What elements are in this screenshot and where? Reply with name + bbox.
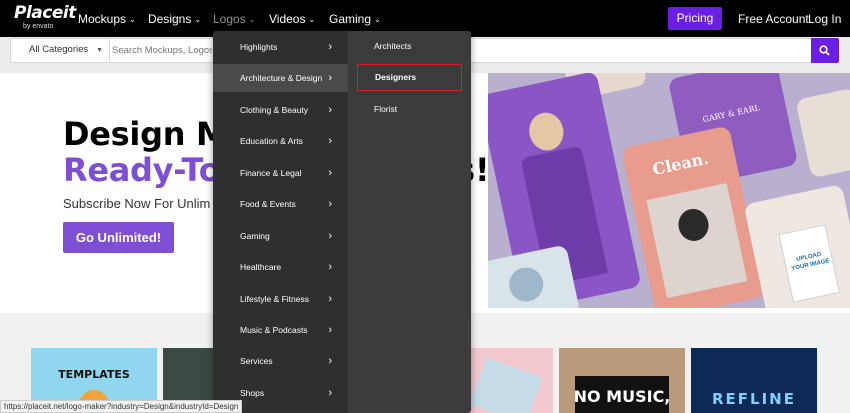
nav-item-logos[interactable]: Logos ⌄	[213, 12, 255, 26]
free-account-link[interactable]: Free Account	[738, 12, 809, 26]
menu-item-label: Music & Podcasts	[240, 325, 308, 335]
card-circle	[506, 264, 547, 305]
menu-item-lifestyle-fitness[interactable]: Lifestyle & Fitness ›	[213, 285, 348, 313]
menu-item-highlights[interactable]: Highlights ›	[213, 33, 348, 61]
search-button[interactable]	[811, 38, 839, 63]
nav-item-label: Videos	[269, 12, 306, 26]
menu-item-label: Services	[240, 356, 273, 366]
menu-item-label: Food & Events	[240, 199, 296, 209]
template-tile[interactable]: NO MUSIC,	[559, 348, 685, 413]
browser-status-url: https://placeit.net/logo-maker?industry=…	[0, 400, 243, 413]
menu-item-label: Education & Arts	[240, 136, 303, 146]
menu-item-label: Highlights	[240, 42, 278, 52]
nav-item-mockups[interactable]: Mockups ⌄	[78, 12, 136, 26]
chevron-right-icon: ›	[328, 387, 332, 399]
menu-item-label: Lifestyle & Fitness	[240, 294, 309, 304]
tshirt-upload-text: UPLOAD YOUR IMAGE	[791, 251, 831, 273]
menu-item-healthcare[interactable]: Healthcare ›	[213, 253, 348, 281]
nav-item-label: Mockups	[78, 12, 127, 26]
menu-item-label: Healthcare	[240, 262, 282, 272]
tile-text: TEMPLATES	[58, 368, 130, 381]
search-input[interactable]	[112, 40, 212, 60]
template-tile[interactable]: REFLINE	[691, 348, 817, 413]
hero-title-line2: Ready-To	[63, 151, 221, 189]
menu-item-music-podcasts[interactable]: Music & Podcasts ›	[213, 316, 348, 344]
menu-item-label: Finance & Legal	[240, 168, 302, 178]
search-icon	[819, 45, 830, 56]
portrait-hair	[675, 206, 712, 244]
chevron-right-icon: ›	[328, 355, 332, 367]
hero-mockup-collage: GARY & EARL Clean. UPLOAD YOUR IMAGE	[488, 73, 850, 308]
login-link[interactable]: Log In	[808, 12, 841, 26]
chevron-right-icon: ›	[328, 72, 332, 84]
tile-text: REFLINE	[712, 390, 796, 408]
submenu-item-designers[interactable]: Designers	[357, 64, 462, 91]
menu-item-gaming[interactable]: Gaming ›	[213, 222, 348, 250]
collage-card-edge	[795, 87, 850, 179]
logo-byline: by envato	[23, 23, 54, 30]
category-select-value: All Categories	[29, 44, 89, 55]
nav-item-label: Logos	[213, 12, 246, 26]
menu-item-label: Architecture & Design	[240, 73, 323, 83]
chevron-down-icon: ⌄	[129, 15, 136, 24]
card-clean-text: Clean.	[650, 148, 711, 179]
logo-wordmark: Placeit	[14, 3, 76, 23]
card-photo	[646, 183, 748, 299]
chevron-right-icon: ›	[328, 41, 332, 53]
nav-item-label: Gaming	[329, 12, 372, 26]
collage-card-small	[488, 244, 581, 308]
placeit-logo[interactable]: Placeit by envato	[14, 5, 76, 31]
menu-item-finance-legal[interactable]: Finance & Legal ›	[213, 159, 348, 187]
nav-item-label: Designs	[148, 12, 192, 26]
menu-item-label: Gaming	[240, 231, 270, 241]
go-unlimited-button[interactable]: Go Unlimited!	[63, 222, 174, 253]
chevron-right-icon: ›	[328, 135, 332, 147]
chevron-right-icon: ›	[328, 293, 332, 305]
submenu-item-architects[interactable]: Architects	[357, 33, 462, 60]
menu-item-clothing-beauty[interactable]: Clothing & Beauty ›	[213, 96, 348, 124]
menu-item-services[interactable]: Services ›	[213, 347, 348, 375]
tile-tshirt	[470, 357, 543, 413]
chevron-down-icon: ⌄	[308, 15, 316, 24]
menu-item-architecture-design[interactable]: Architecture & Design ›	[213, 64, 348, 92]
model-head	[525, 109, 567, 154]
page: Placeit by envato Mockups ⌄ Designs ⌄ Logo…	[0, 0, 850, 413]
tile-text: NO MUSIC,	[573, 387, 671, 406]
chevron-down-icon: ⌄	[194, 15, 202, 24]
menu-item-food-events[interactable]: Food & Events ›	[213, 190, 348, 218]
nav-item-gaming[interactable]: Gaming ⌄	[329, 12, 381, 26]
chevron-right-icon: ›	[328, 230, 332, 242]
tshirt-shape: UPLOAD YOUR IMAGE	[778, 224, 840, 303]
chevron-right-icon: ›	[328, 261, 332, 273]
submenu-item-florist[interactable]: Florist	[357, 96, 462, 123]
menu-item-education-arts[interactable]: Education & Arts ›	[213, 127, 348, 155]
logos-dropdown-menu: Highlights › Architecture & Design › Cloth…	[213, 31, 471, 413]
chevron-right-icon: ›	[328, 324, 332, 336]
chevron-right-icon: ›	[328, 104, 332, 116]
chevron-down-icon: ⌄	[374, 15, 381, 24]
chevron-down-icon: ▼	[96, 47, 104, 54]
chevron-right-icon: ›	[328, 167, 332, 179]
chevron-down-icon: ⌄	[248, 15, 256, 24]
chevron-right-icon: ›	[328, 198, 332, 210]
hero-subtitle: Subscribe Now For Unlim	[63, 196, 211, 211]
pricing-button[interactable]: Pricing	[668, 7, 722, 30]
nav-item-videos[interactable]: Videos ⌄	[269, 12, 315, 26]
menu-item-label: Shops	[240, 388, 265, 398]
menu-item-label: Clothing & Beauty	[240, 105, 309, 115]
template-tile[interactable]	[470, 348, 553, 413]
nav-item-designs[interactable]: Designs ⌄	[148, 12, 201, 26]
card-names-text: GARY & EARL	[701, 103, 761, 125]
category-select[interactable]: All Categories ▼	[10, 38, 110, 63]
